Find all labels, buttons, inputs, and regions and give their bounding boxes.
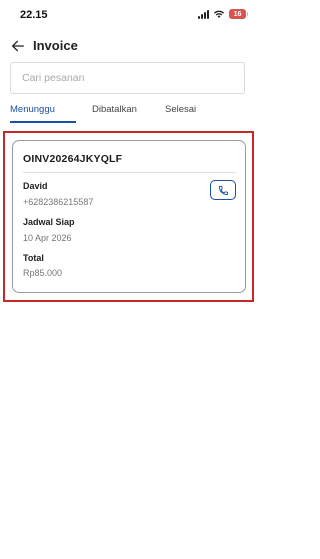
invoice-number: OINV20264JKYQLF	[23, 153, 123, 165]
battery-level: 16	[233, 10, 242, 18]
card-divider	[23, 172, 236, 173]
customer-name: David	[23, 181, 48, 191]
tab-dibatalkan[interactable]: Dibatalkan	[92, 104, 137, 115]
tab-menunggu[interactable]: Menunggu	[10, 104, 55, 115]
battery-icon: 16	[229, 9, 248, 19]
wifi-icon	[214, 10, 224, 18]
tab-selesai[interactable]: Selesai	[165, 104, 196, 115]
schedule-label: Jadwal Siap	[23, 217, 75, 227]
page-title: Invoice	[33, 38, 78, 53]
active-tab-indicator	[10, 121, 76, 123]
search-input[interactable]	[11, 63, 244, 93]
tab-bar: Menunggu Dibatalkan Selesai	[0, 104, 258, 124]
phone-icon	[218, 185, 228, 195]
call-button[interactable]	[210, 180, 236, 200]
status-time: 22.15	[20, 9, 48, 21]
app-header: Invoice	[0, 36, 258, 58]
customer-phone: +6282386215587	[23, 197, 94, 207]
arrow-left-icon[interactable]	[10, 38, 26, 54]
signal-icon	[198, 9, 209, 19]
total-value: Rp85.000	[23, 268, 63, 278]
schedule-date: 10 Apr 2026	[23, 233, 72, 243]
status-icons: 16	[198, 9, 248, 19]
invoice-card[interactable]: OINV20264JKYQLF David +6282386215587 Jad…	[12, 140, 246, 293]
total-label: Total	[23, 253, 44, 263]
status-bar: 22.15 16	[0, 0, 258, 30]
search-box[interactable]	[10, 62, 245, 94]
